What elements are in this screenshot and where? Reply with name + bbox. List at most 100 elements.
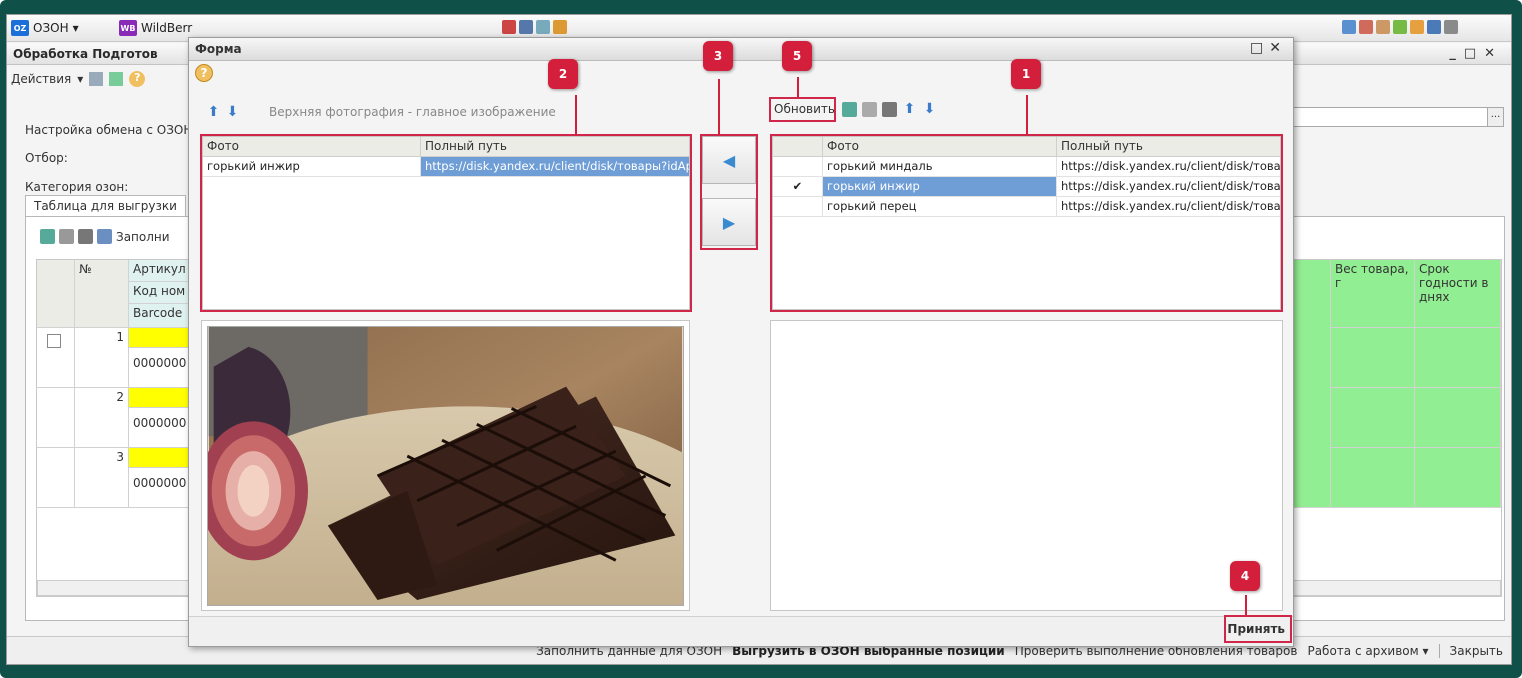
ozon-menu-button[interactable]: OZ ОЗОН ▾: [11, 18, 79, 38]
photo-form-dialog: Форма □✕ ? ⬆ ⬇ Верхняя фотография - глав…: [188, 37, 1294, 647]
settings-label: Настройка обмена с ОЗОН: [25, 123, 193, 137]
tab-upload-table[interactable]: Таблица для выгрузки: [25, 195, 186, 217]
copy-icon[interactable]: [861, 101, 877, 117]
move-down-icon[interactable]: ⬇: [225, 105, 240, 119]
accept-button[interactable]: Принять: [1223, 620, 1289, 642]
check-cell[interactable]: [773, 197, 823, 217]
toolbar-icon[interactable]: [502, 20, 516, 34]
callout-1: 1: [1011, 59, 1041, 89]
photo-name-cell[interactable]: горький инжир: [203, 157, 421, 177]
check-cell[interactable]: [773, 157, 823, 177]
callout-4: 4: [1230, 561, 1260, 591]
toolbar-icon[interactable]: [519, 20, 533, 34]
report-icon[interactable]: [1444, 20, 1458, 34]
help-icon[interactable]: ?: [195, 64, 213, 82]
column-header-photo[interactable]: Фото: [823, 137, 1057, 157]
toolbar-icon[interactable]: [109, 72, 124, 86]
photo-path-cell[interactable]: https://disk.yandex.ru/client/disk/товар…: [421, 157, 689, 177]
photo-path-cell[interactable]: https://disk.yandex.ru/client/disk/това.…: [1057, 177, 1280, 197]
article-cell[interactable]: [129, 448, 189, 468]
ozon-icon: OZ: [11, 20, 29, 36]
column-header-check: [773, 137, 823, 157]
dialog-title-bar: Форма □✕: [189, 38, 1293, 61]
background-window-title: Обработка Подготов: [13, 47, 158, 61]
photo-path-cell[interactable]: https://disk.yandex.ru/client/disk/това.…: [1057, 197, 1280, 217]
fill-button-label[interactable]: Заполни: [116, 230, 170, 244]
column-header-path[interactable]: Полный путь: [1057, 137, 1280, 157]
report-icon[interactable]: [1410, 20, 1424, 34]
shelf-life-cell[interactable]: [1415, 388, 1501, 448]
dialog-window-controls[interactable]: □✕: [1250, 40, 1287, 56]
select-button[interactable]: ...: [1487, 108, 1503, 126]
help-icon[interactable]: ?: [129, 71, 146, 87]
window-controls[interactable]: _□✕: [1449, 46, 1503, 61]
refresh-button[interactable]: Обновить: [772, 101, 837, 117]
column-header-code[interactable]: Код ном: [129, 282, 189, 304]
photo-name-cell[interactable]: горький перец: [823, 197, 1057, 217]
fill-icon[interactable]: [97, 229, 112, 244]
users-icon[interactable]: [1376, 20, 1390, 34]
weight-cell[interactable]: [1331, 448, 1415, 508]
toolbar-icon[interactable]: [553, 20, 567, 34]
actions-menu[interactable]: Действия: [11, 72, 71, 86]
weight-cell[interactable]: [1331, 328, 1415, 388]
edit-icon[interactable]: [841, 101, 857, 117]
close-button[interactable]: Закрыть: [1450, 644, 1503, 658]
column-header-photo[interactable]: Фото: [203, 137, 421, 157]
column-header-shelf-life[interactable]: Срок годности в днях: [1415, 260, 1501, 328]
dialog-title: Форма: [195, 42, 242, 56]
column-header-barcode[interactable]: Barcode: [129, 304, 189, 328]
article-cell[interactable]: [129, 388, 189, 408]
column-header-article[interactable]: Артикул: [129, 260, 189, 282]
arrow-right-icon: ▶: [722, 212, 736, 232]
row-number: 3: [75, 448, 129, 508]
toolbar-icon[interactable]: [89, 72, 104, 86]
wildberries-icon: WB: [119, 20, 137, 36]
separator: [1438, 644, 1440, 658]
move-left-button[interactable]: ◀: [702, 136, 756, 184]
right-toolbar: Обновить ⬆ ⬇: [772, 101, 937, 117]
row-checkbox[interactable]: [47, 334, 61, 348]
weight-cell[interactable]: [1331, 388, 1415, 448]
photo-name-cell[interactable]: горький миндаль: [823, 157, 1057, 177]
photo-path-cell[interactable]: https://disk.yandex.ru/client/disk/това.…: [1057, 157, 1280, 177]
report-icon[interactable]: [1393, 20, 1407, 34]
filter-icon[interactable]: [78, 229, 93, 244]
shelf-life-cell[interactable]: [1415, 328, 1501, 388]
archive-menu-button[interactable]: Работа с архивом ▾: [1307, 644, 1428, 658]
shelf-life-cell[interactable]: [1415, 448, 1501, 508]
toolbar-icon[interactable]: [536, 20, 550, 34]
panel-toolbar: Заполни: [40, 229, 170, 244]
row-checkbox-cell: [37, 388, 75, 448]
photo-name-cell[interactable]: горький инжир: [823, 177, 1057, 197]
row-number: 2: [75, 388, 129, 448]
screenshot-frame: OZ ОЗОН ▾ WB WildBerr Обработка Подготов: [0, 0, 1522, 678]
article-cell[interactable]: [129, 328, 189, 348]
report-icon[interactable]: [1427, 20, 1441, 34]
column-header-path[interactable]: Полный путь: [421, 137, 689, 157]
dialog-footer: Принять: [189, 616, 1293, 646]
right-preview-pane: [770, 320, 1283, 611]
toolbar-icon-group-right: [1342, 20, 1458, 34]
users-icon[interactable]: [1359, 20, 1373, 34]
code-cell[interactable]: 0000000: [129, 348, 189, 388]
users-icon[interactable]: [1342, 20, 1356, 34]
check-cell[interactable]: ✔: [773, 177, 823, 197]
move-right-button[interactable]: ▶: [702, 198, 756, 246]
move-down-icon[interactable]: ⬇: [922, 102, 937, 116]
column-header-weight[interactable]: Вес товара, г: [1331, 260, 1415, 328]
settings-input[interactable]: ...: [1290, 107, 1504, 127]
code-cell[interactable]: 0000000: [129, 408, 189, 448]
wildberries-label: WildBerr: [141, 21, 193, 35]
copy-icon[interactable]: [59, 229, 74, 244]
wildberries-menu-button[interactable]: WB WildBerr: [119, 18, 192, 38]
move-up-icon[interactable]: ⬆: [902, 102, 917, 116]
filter-icon[interactable]: [881, 101, 897, 117]
move-up-icon[interactable]: ⬆: [206, 105, 221, 119]
column-header-num[interactable]: №: [75, 260, 129, 328]
photo-preview-frame: [201, 320, 690, 611]
edit-icon[interactable]: [40, 229, 55, 244]
code-cell[interactable]: 0000000: [129, 468, 189, 508]
callout-line: [718, 79, 720, 135]
main-image-caption: Верхняя фотография - главное изображение: [269, 105, 556, 119]
